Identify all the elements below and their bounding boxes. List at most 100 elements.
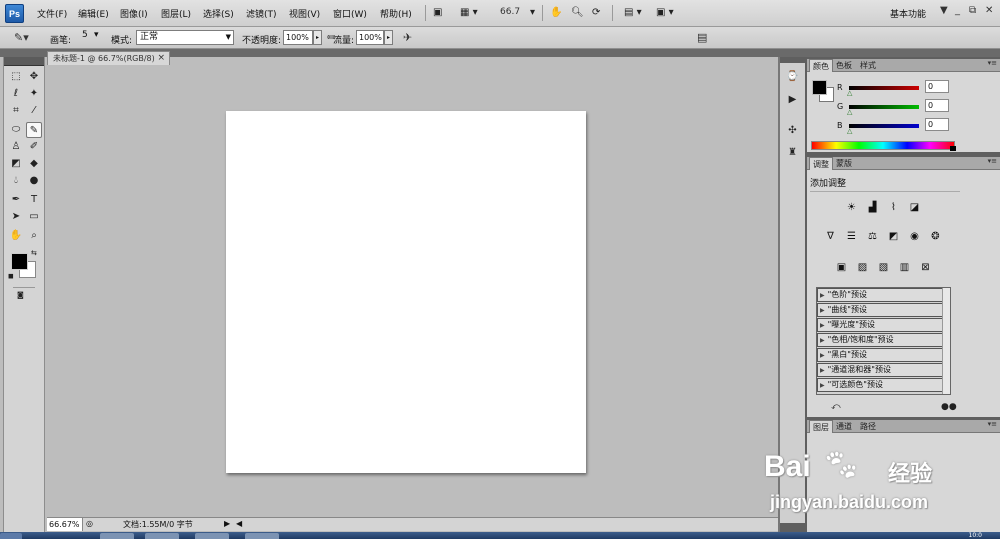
levels-icon[interactable]: ▟ bbox=[864, 200, 881, 216]
zoom-level[interactable]: 66.7 bbox=[500, 7, 520, 17]
mode-select[interactable]: 正常 ▼ bbox=[136, 30, 234, 45]
magic-wand-tool-icon[interactable]: ✦ bbox=[26, 86, 42, 102]
rectangle-tool-icon[interactable]: ▭ bbox=[26, 209, 42, 225]
restore-button[interactable]: ⧉ bbox=[969, 5, 976, 16]
status-menu-arrow-icon[interactable]: ▶ bbox=[224, 519, 230, 528]
opacity-slider-button[interactable]: ▸ bbox=[313, 30, 322, 45]
minimize-button[interactable]: _ bbox=[955, 5, 960, 16]
spectrum-black-chip[interactable] bbox=[950, 146, 956, 151]
tab-styles[interactable]: 样式 bbox=[857, 59, 879, 72]
photoshop-logo[interactable]: Ps bbox=[5, 4, 24, 23]
move-tool-icon[interactable]: ✥ bbox=[26, 69, 42, 85]
blur-tool-icon[interactable]: 💧︎ bbox=[8, 173, 24, 189]
red-value-input[interactable]: 0 bbox=[925, 80, 949, 93]
brush-preset-icon[interactable]: ✎▾ bbox=[14, 31, 29, 44]
clone-source-icon[interactable]: ♜ bbox=[785, 145, 800, 160]
gradient-map-icon[interactable]: ▥ bbox=[896, 260, 913, 276]
swap-colors-icon[interactable]: ⇆ bbox=[31, 249, 37, 257]
blue-value-input[interactable]: 0 bbox=[925, 118, 949, 131]
preset-levels[interactable]: ▶ "色阶"预设 bbox=[817, 288, 943, 302]
eraser-tool-icon[interactable]: ◩ bbox=[8, 156, 24, 172]
preset-black-white[interactable]: ▶ "黑白"预设 bbox=[817, 348, 943, 362]
brightness-contrast-icon[interactable]: ☀ bbox=[843, 200, 860, 216]
quick-mask-icon[interactable]: ◙ bbox=[17, 291, 24, 299]
crop-tool-icon[interactable]: ⌗ bbox=[8, 103, 24, 119]
canvas-area[interactable] bbox=[47, 65, 778, 517]
curves-icon[interactable]: ⌇ bbox=[885, 200, 902, 216]
screen-mode-icon[interactable]: ▣ ▾ bbox=[656, 5, 674, 21]
tab-adjustments[interactable]: 调整 bbox=[809, 157, 833, 170]
default-colors-icon[interactable]: ◼ bbox=[8, 272, 14, 280]
panel-menu-icon[interactable]: ▾≡ bbox=[988, 157, 997, 165]
close-document-icon[interactable]: × bbox=[157, 52, 165, 65]
adjustment-options-icon[interactable]: ●● bbox=[941, 402, 957, 412]
rotate-view-icon[interactable]: ⟳ bbox=[592, 5, 600, 21]
airbrush-icon[interactable]: ✈ bbox=[403, 31, 412, 44]
invert-icon[interactable]: ▣ bbox=[833, 260, 850, 276]
zoom-tool-icon[interactable]: ⌕ bbox=[26, 228, 42, 244]
channel-mixer-icon[interactable]: ❂ bbox=[927, 229, 944, 245]
menu-help[interactable]: 帮助(H) bbox=[380, 7, 412, 20]
workspace-switcher[interactable]: 基本功能 bbox=[890, 7, 926, 20]
menu-select[interactable]: 选择(S) bbox=[203, 7, 234, 20]
arrange-documents-icon[interactable]: ▤ ▾ bbox=[624, 5, 642, 21]
hand-icon[interactable]: ✋ bbox=[550, 5, 562, 21]
history-panel-icon[interactable]: ⌚ bbox=[785, 69, 800, 84]
flow-slider-button[interactable]: ▸ bbox=[384, 30, 393, 45]
menu-filter[interactable]: 滤镜(T) bbox=[246, 7, 277, 20]
hue-saturation-icon[interactable]: ☰ bbox=[843, 229, 860, 245]
menu-image[interactable]: 图像(I) bbox=[120, 7, 148, 20]
pen-tool-icon[interactable]: ✒ bbox=[8, 192, 24, 208]
bridge-icon[interactable]: ▣ bbox=[433, 5, 442, 21]
threshold-icon[interactable]: ▧ bbox=[875, 260, 892, 276]
marquee-tool-icon[interactable]: ⬚ bbox=[8, 69, 24, 85]
foreground-color-chip[interactable] bbox=[812, 80, 827, 95]
lasso-tool-icon[interactable]: ℓ bbox=[8, 86, 24, 102]
hand-tool-icon[interactable]: ✋ bbox=[8, 228, 24, 244]
foreground-color-swatch[interactable] bbox=[11, 253, 28, 270]
color-balance-icon[interactable]: ⚖ bbox=[864, 229, 881, 245]
green-slider-handle-icon[interactable]: △ bbox=[847, 108, 852, 116]
blue-slider[interactable] bbox=[849, 124, 919, 128]
blue-slider-handle-icon[interactable]: △ bbox=[847, 127, 852, 135]
spot-healing-tool-icon[interactable]: ⬭ bbox=[8, 122, 24, 138]
preset-selective-color[interactable]: ▶ "可选颜色"预设 bbox=[817, 378, 943, 392]
green-value-input[interactable]: 0 bbox=[925, 99, 949, 112]
green-slider[interactable] bbox=[849, 105, 919, 109]
type-tool-icon[interactable]: T bbox=[26, 192, 42, 208]
red-slider[interactable] bbox=[849, 86, 919, 90]
tab-paths[interactable]: 路径 bbox=[857, 420, 879, 433]
paint-bucket-tool-icon[interactable]: ◆ bbox=[26, 156, 42, 172]
menu-layer[interactable]: 图层(L) bbox=[161, 7, 191, 20]
close-button[interactable]: ✕ bbox=[985, 5, 993, 16]
tab-layers[interactable]: 图层 bbox=[809, 420, 833, 433]
preset-channel-mixer[interactable]: ▶ "通道混和器"预设 bbox=[817, 363, 943, 377]
return-to-list-icon[interactable]: ⤺ bbox=[831, 402, 841, 412]
path-selection-tool-icon[interactable]: ➤ bbox=[8, 209, 24, 225]
panel-menu-icon[interactable]: ▾≡ bbox=[988, 59, 997, 67]
brush-size[interactable]: 5 bbox=[82, 30, 88, 40]
eyedropper-tool-icon[interactable]: ⁄ bbox=[26, 103, 42, 119]
document-canvas[interactable] bbox=[226, 111, 586, 473]
taskbar-app-button[interactable] bbox=[145, 533, 179, 539]
zoom-tool-icon[interactable]: 🔍︎ bbox=[571, 5, 584, 21]
tab-masks[interactable]: 蒙版 bbox=[833, 157, 855, 170]
opacity-input[interactable]: 100% bbox=[283, 30, 313, 45]
menu-file[interactable]: 文件(F) bbox=[37, 7, 67, 20]
tab-channels[interactable]: 通道 bbox=[833, 420, 855, 433]
zoom-dropdown-icon[interactable]: ▾ bbox=[530, 5, 535, 21]
scroll-left-icon[interactable]: ◀ bbox=[236, 519, 242, 528]
brush-picker-caret-icon[interactable]: ▾ bbox=[94, 30, 99, 40]
menu-view[interactable]: 视图(V) bbox=[289, 7, 320, 20]
selective-color-icon[interactable]: ⊠ bbox=[917, 260, 934, 276]
status-zoom-field[interactable]: 66.67% bbox=[47, 518, 83, 531]
posterize-icon[interactable]: ▨ bbox=[854, 260, 871, 276]
menu-edit[interactable]: 编辑(E) bbox=[78, 7, 109, 20]
black-white-icon[interactable]: ◩ bbox=[885, 229, 902, 245]
brush-tool-icon[interactable]: ✎ bbox=[26, 122, 42, 138]
color-spectrum-bar[interactable] bbox=[811, 141, 955, 150]
history-brush-tool-icon[interactable]: ✐ bbox=[26, 139, 42, 155]
photo-filter-icon[interactable]: ◉ bbox=[906, 229, 923, 245]
preset-exposure[interactable]: ▶ "曝光度"预设 bbox=[817, 318, 943, 332]
dodge-tool-icon[interactable]: ● bbox=[26, 173, 42, 189]
